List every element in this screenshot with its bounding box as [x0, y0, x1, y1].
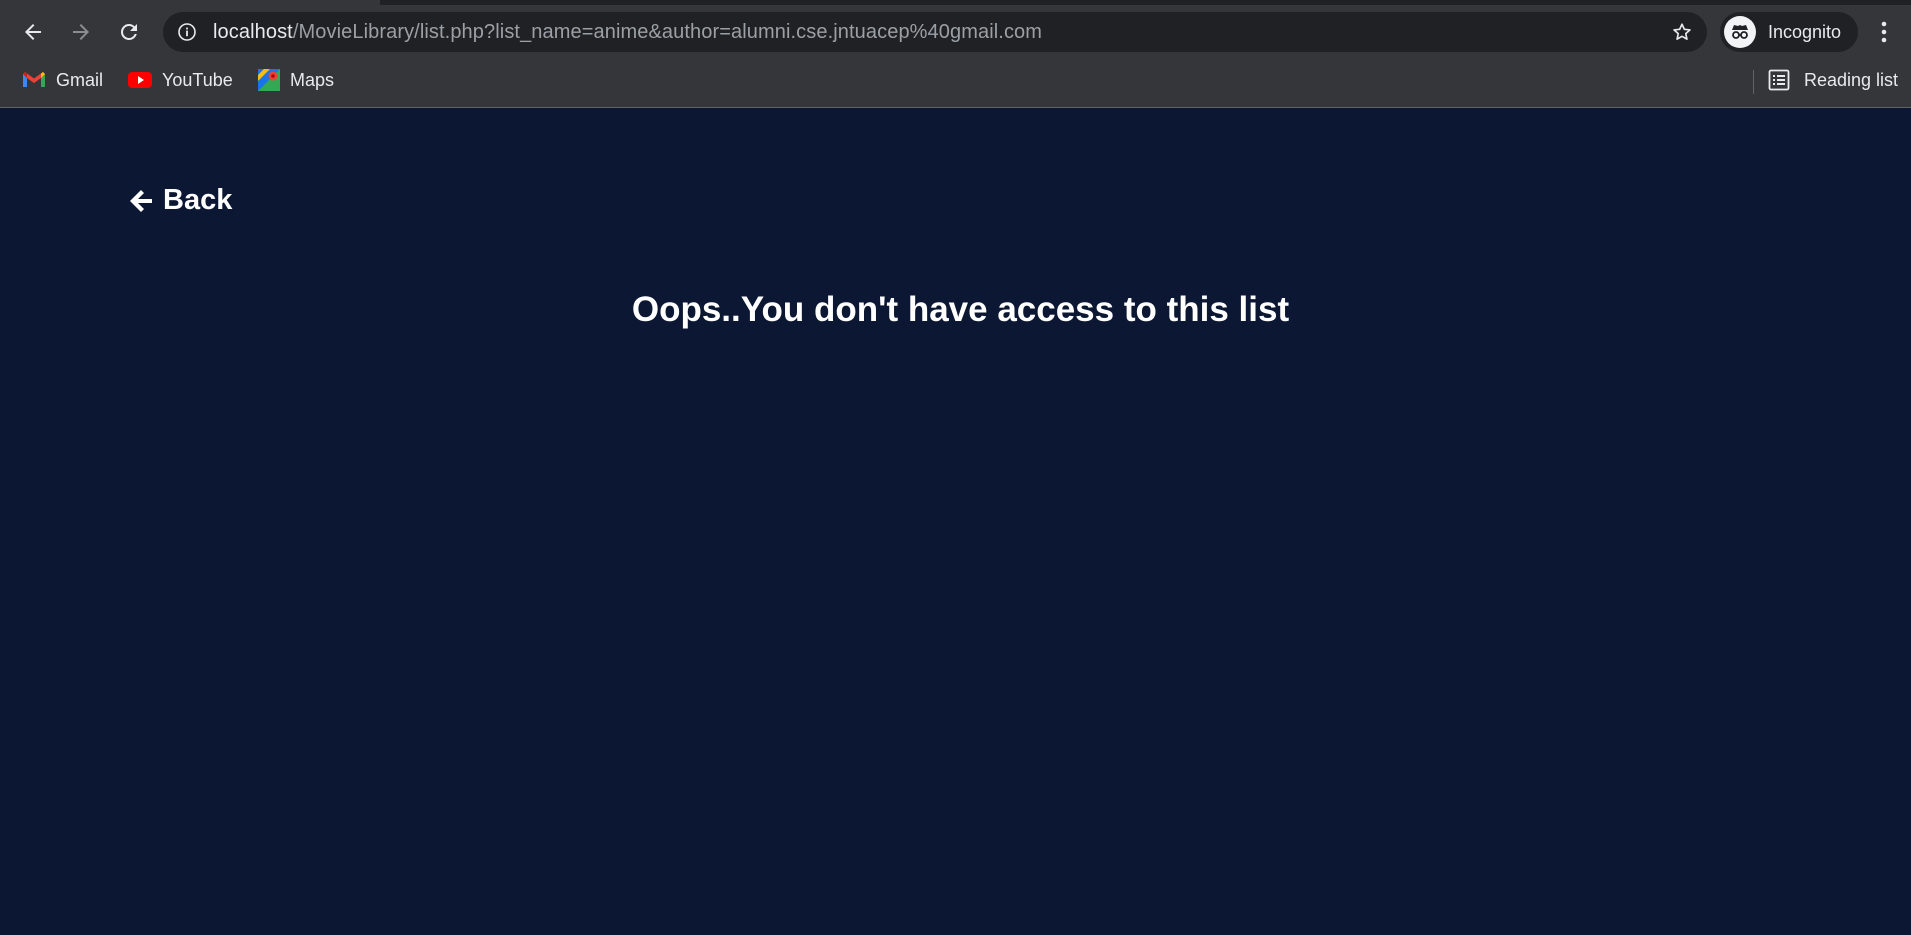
reload-button[interactable]: [111, 14, 147, 50]
bookmark-label: Maps: [290, 69, 335, 90]
reading-list-label: Reading list: [1804, 69, 1899, 90]
bookmark-maps[interactable]: Maps: [258, 66, 334, 94]
incognito-profile-button[interactable]: Incognito: [1720, 12, 1858, 52]
url-host: localhost: [213, 21, 293, 43]
maps-icon: [258, 69, 280, 91]
bookmark-label: Gmail: [56, 69, 104, 90]
bookmarks-divider: [1753, 70, 1754, 94]
back-link[interactable]: Back: [127, 184, 232, 217]
back-navigation-button[interactable]: [15, 14, 51, 50]
incognito-icon: [1724, 16, 1756, 48]
bookmarks-bar: Gmail YouTube Maps Reading list: [0, 60, 1911, 100]
url-text[interactable]: localhost/MovieLibrary/list.php?list_nam…: [213, 21, 1042, 44]
bookmark-gmail[interactable]: Gmail: [22, 66, 103, 94]
page-content: Back Oops..You don't have access to this…: [0, 108, 1911, 935]
arrow-left-icon: [130, 189, 152, 212]
arrow-right-icon: [73, 24, 89, 40]
reload-icon: [120, 23, 137, 40]
address-bar[interactable]: localhost/MovieLibrary/list.php?list_nam…: [163, 12, 1707, 52]
reading-list-button[interactable]: Reading list: [1768, 66, 1898, 94]
bookmark-youtube[interactable]: YouTube: [128, 66, 233, 94]
url-path: /MovieLibrary/list.php?list_name=anime&a…: [292, 21, 1043, 43]
active-tab-edge: [0, 0, 380, 5]
forward-navigation-button[interactable]: [63, 14, 99, 50]
bookmark-label: YouTube: [162, 69, 233, 90]
bookmark-star-icon[interactable]: [1671, 21, 1693, 43]
profile-label: Incognito: [1768, 21, 1842, 42]
access-denied-message: Oops..You don't have access to this list: [631, 290, 1290, 329]
browser-chrome: localhost/MovieLibrary/list.php?list_nam…: [0, 0, 1911, 108]
reading-list-icon: [1768, 69, 1790, 91]
back-label: Back: [163, 184, 233, 216]
youtube-icon: [128, 72, 152, 88]
arrow-left-icon: [25, 24, 41, 40]
browser-menu-icon[interactable]: [1872, 18, 1896, 46]
browser-toolbar: localhost/MovieLibrary/list.php?list_nam…: [0, 8, 1911, 56]
site-info-icon[interactable]: [177, 22, 197, 42]
gmail-icon: [23, 72, 45, 87]
